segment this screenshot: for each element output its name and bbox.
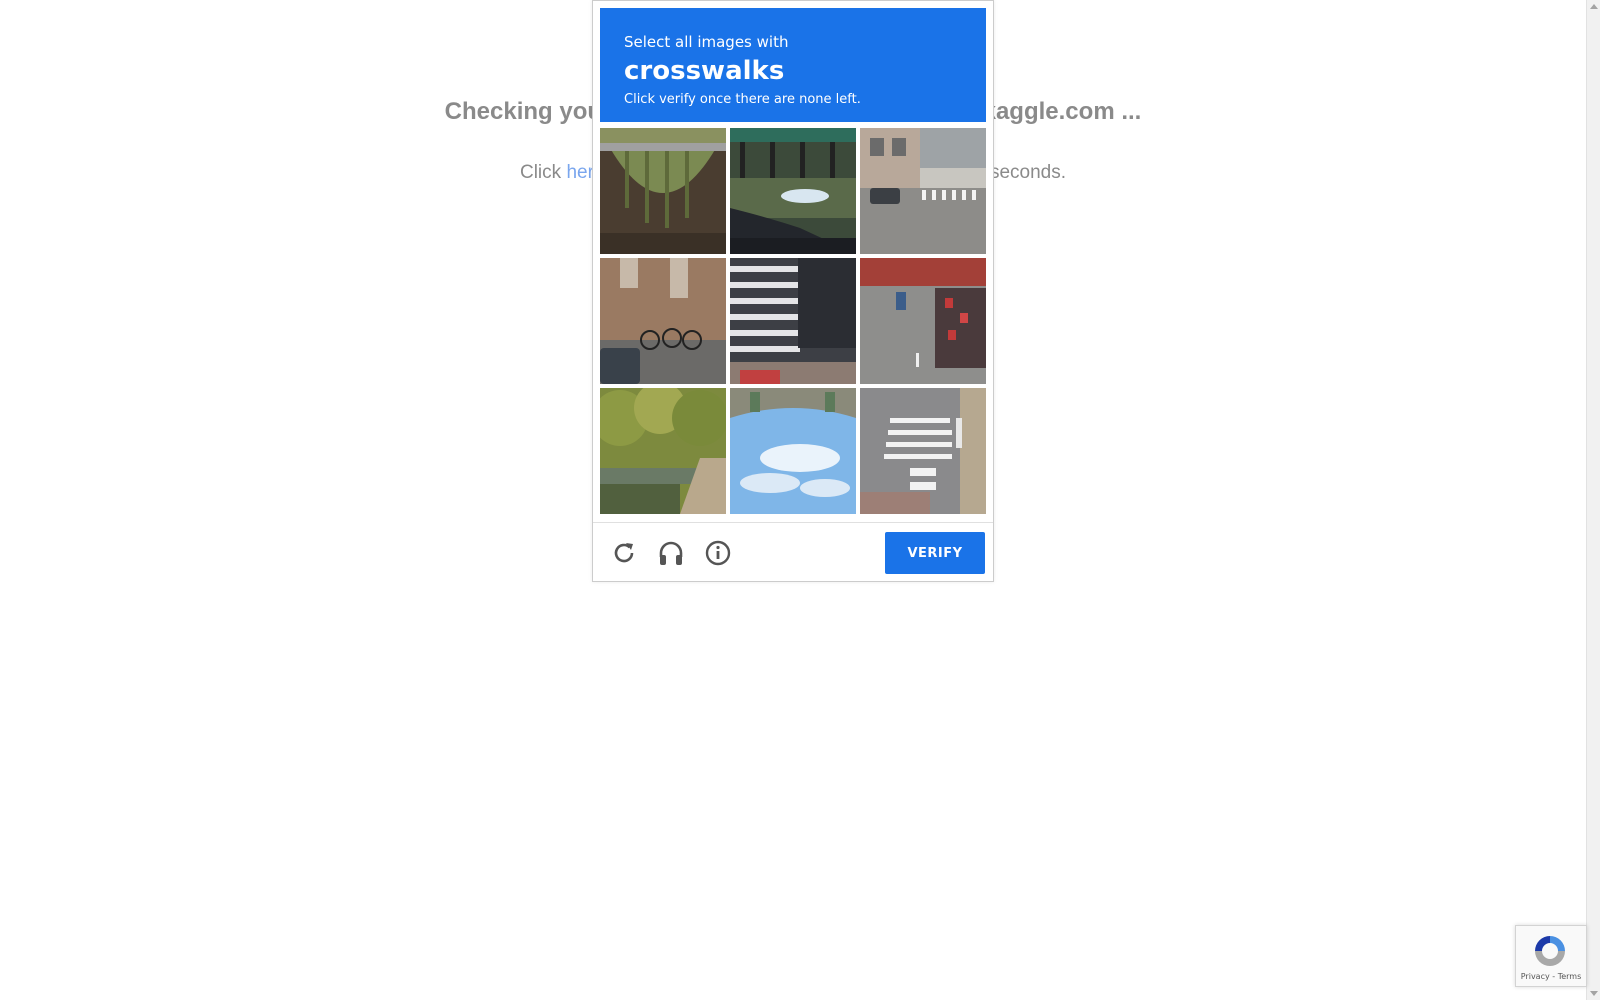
scroll-down-arrow-icon[interactable] xyxy=(1590,991,1598,996)
instruction-keyword: crosswalks xyxy=(624,56,785,86)
captcha-image-grid xyxy=(600,128,986,514)
headphones-icon[interactable] xyxy=(656,538,686,568)
tile-image xyxy=(860,128,986,254)
tile-image xyxy=(730,258,856,384)
page: Checking your browser before accessing w… xyxy=(0,0,1600,1000)
captcha-instructions: Select all images with crosswalks Click … xyxy=(600,8,986,122)
tile-image xyxy=(860,258,986,384)
captcha-tile-8[interactable] xyxy=(730,388,856,514)
tile-image xyxy=(730,128,856,254)
privacy-terms-links[interactable]: Privacy - Terms xyxy=(1516,972,1586,981)
captcha-tile-7[interactable] xyxy=(600,388,726,514)
verify-button[interactable]: VERIFY xyxy=(885,532,985,574)
page-scrollbar[interactable] xyxy=(1586,0,1600,1000)
recaptcha-badge[interactable]: Privacy - Terms xyxy=(1515,925,1587,987)
captcha-tile-5[interactable] xyxy=(730,258,856,384)
recaptcha-logo-icon xyxy=(1535,936,1565,966)
tile-image xyxy=(860,388,986,514)
captcha-tile-9[interactable] xyxy=(860,388,986,514)
captcha-tile-4[interactable] xyxy=(600,258,726,384)
captcha-tile-1[interactable] xyxy=(600,128,726,254)
captcha-tile-3[interactable] xyxy=(860,128,986,254)
instruction-text: Select all images with xyxy=(624,33,789,51)
reload-icon[interactable] xyxy=(609,538,639,568)
captcha-challenge: Select all images with crosswalks Click … xyxy=(592,0,994,582)
captcha-footer: VERIFY xyxy=(593,522,993,582)
info-icon[interactable] xyxy=(703,538,733,568)
tile-image xyxy=(600,258,726,384)
captcha-tile-6[interactable] xyxy=(860,258,986,384)
captcha-tile-2[interactable] xyxy=(730,128,856,254)
tile-image xyxy=(600,128,726,254)
instruction-subtext: Click verify once there are none left. xyxy=(624,92,861,107)
scroll-up-arrow-icon[interactable] xyxy=(1590,4,1598,9)
tile-image xyxy=(600,388,726,514)
tile-image xyxy=(730,388,856,514)
redirect-text-before: Click xyxy=(519,162,567,183)
